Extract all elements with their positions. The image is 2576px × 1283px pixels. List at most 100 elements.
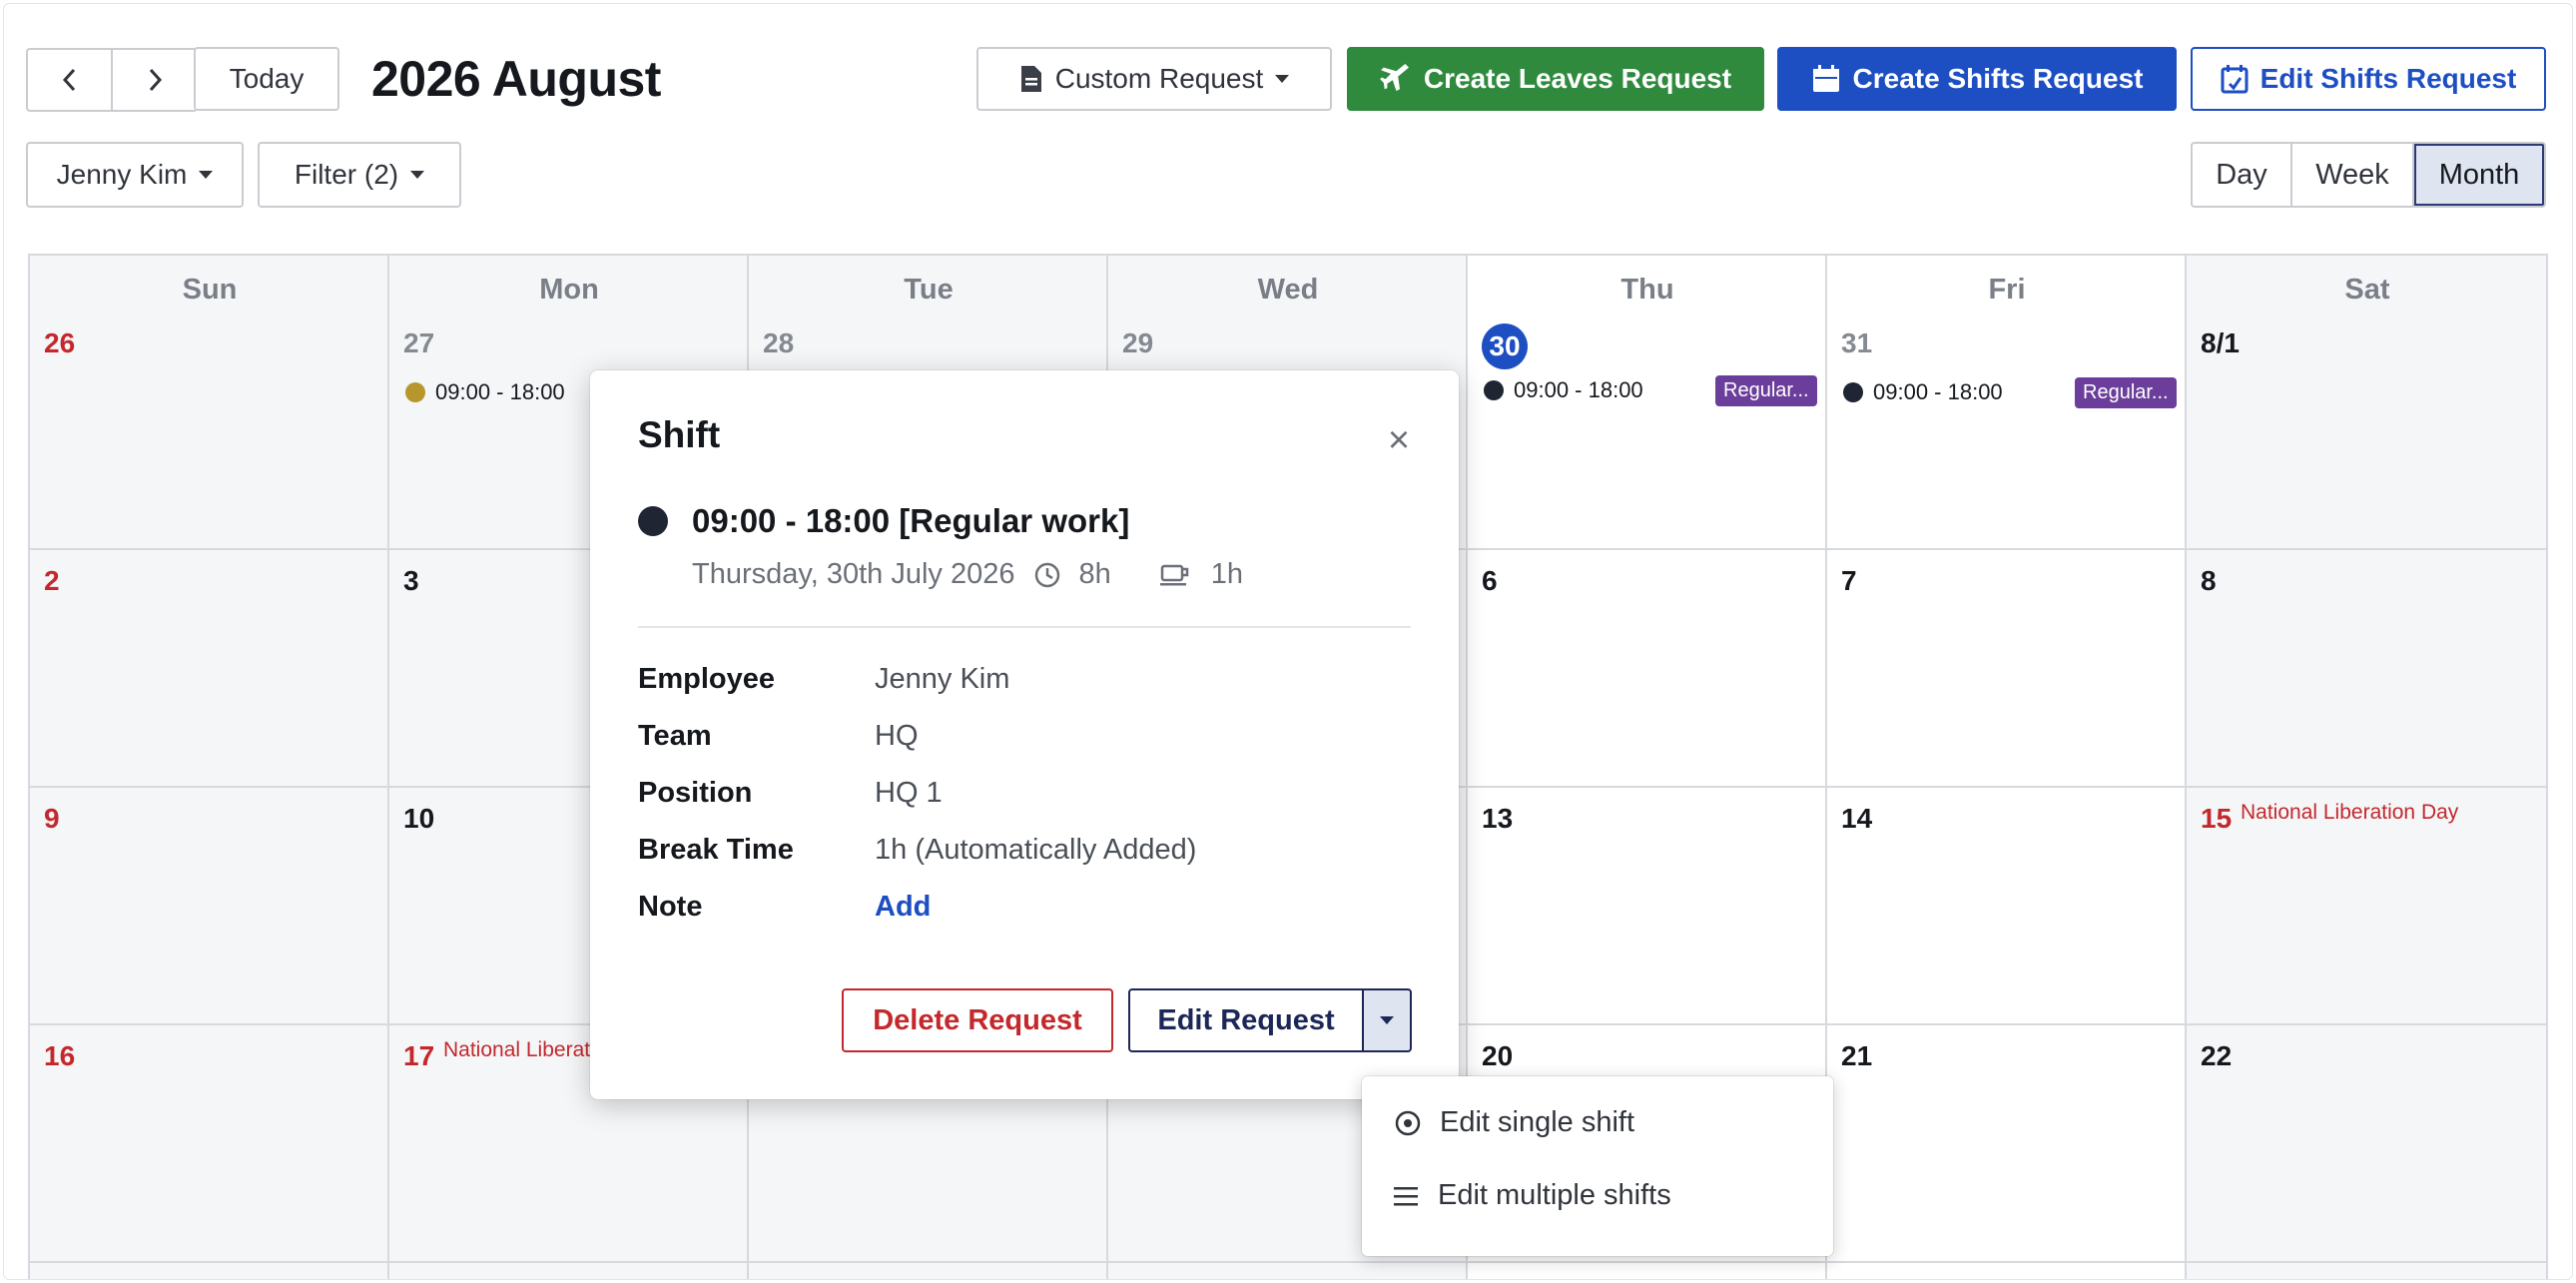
employee-value: Jenny Kim [875, 663, 1010, 695]
weekday-header-tue: Tue [904, 274, 954, 306]
field-label: Team [638, 720, 712, 752]
app-frame: Today 2026 August Custom Request Create … [3, 3, 2573, 1280]
weekday-header-wed: Wed [1257, 274, 1319, 306]
create-shifts-label: Create Shifts Request [1852, 63, 2144, 94]
shift-duration: 8h [1078, 558, 1111, 590]
shift-type-tag[interactable]: Regular... [1715, 375, 1817, 406]
shift-break: 1h [1210, 558, 1244, 590]
caret-down-icon [199, 171, 214, 179]
day-number[interactable]: 7 [1841, 565, 1857, 597]
page-title: 2026 August [371, 51, 661, 107]
prev-month-button[interactable] [28, 50, 111, 110]
filter-dropdown[interactable]: Filter (2) [258, 142, 461, 208]
shift-time: 09:00 - 18:00 [435, 379, 565, 404]
day-number[interactable]: 3 [403, 565, 419, 597]
day-number[interactable]: 16 [44, 1040, 75, 1072]
today-label: Today [229, 63, 305, 94]
caret-down-icon [1275, 75, 1290, 83]
day-number[interactable]: 15 [2201, 803, 2232, 835]
edit-request-button[interactable]: Edit Request [1128, 988, 1364, 1052]
shift-type-tag[interactable]: Regular... [2075, 377, 2177, 408]
field-label: Note [638, 891, 703, 923]
radio-target-icon [1395, 1110, 1421, 1135]
weekday-header-mon: Mon [539, 274, 599, 306]
status-dot [405, 382, 425, 402]
view-month-button[interactable]: Month [2412, 144, 2544, 206]
custom-request-button[interactable]: Custom Request [976, 47, 1332, 111]
next-month-button[interactable] [111, 50, 196, 110]
custom-request-label: Custom Request [1054, 63, 1264, 94]
shift-summary-text: 09:00 - 18:00 [Regular work] [692, 502, 1130, 539]
field-label: Employee [638, 663, 775, 695]
add-note-link[interactable]: Add [875, 891, 931, 924]
day-number[interactable]: 27 [403, 327, 434, 359]
day-number[interactable]: 13 [1482, 803, 1513, 835]
create-shifts-request-button[interactable]: Create Shifts Request [1777, 47, 2177, 111]
shift-date: Thursday, 30th July 2026 [692, 558, 1015, 590]
employee-filter-dropdown[interactable]: Jenny Kim [26, 142, 244, 208]
divider [638, 626, 1411, 628]
day-number[interactable]: 29 [1122, 327, 1153, 359]
day-number[interactable]: 21 [1841, 1040, 1872, 1072]
day-number[interactable]: 8/1 [2201, 327, 2240, 359]
shift-event[interactable]: 09:00 - 18:00 [405, 379, 565, 405]
shift-event[interactable]: 09:00 - 18:00 [1484, 377, 1643, 403]
clock-icon [1034, 562, 1059, 587]
chevron-left-icon [62, 68, 75, 92]
edit-request-menu: Edit single shift Edit multiple shifts [1362, 1076, 1833, 1256]
document-icon [1020, 66, 1041, 92]
grid-line [2185, 256, 2187, 1279]
edit-request-dropdown-toggle[interactable] [1362, 988, 1412, 1052]
close-icon[interactable]: × [1381, 419, 1417, 461]
status-dot [1484, 380, 1504, 400]
shift-event[interactable]: 09:00 - 18:00 [1843, 379, 2003, 405]
date-navigation [26, 48, 198, 112]
day-number[interactable]: 26 [44, 327, 75, 359]
day-number[interactable]: 22 [2201, 1040, 2232, 1072]
edit-shifts-request-button[interactable]: Edit Shifts Request [2191, 47, 2546, 111]
holiday-label: National Liberation Day [2241, 801, 2459, 824]
delete-request-button[interactable]: Delete Request [842, 988, 1113, 1052]
today-button[interactable]: Today [194, 47, 339, 111]
team-value: HQ [875, 720, 919, 752]
menu-item-label: Edit multiple shifts [1438, 1179, 1671, 1211]
filter-label: Filter (2) [294, 159, 399, 190]
calendar-edit-icon [2221, 65, 2249, 94]
sunday-column [30, 256, 389, 1279]
day-number[interactable]: 10 [403, 803, 434, 835]
field-label: Position [638, 777, 753, 809]
saturday-column [2187, 256, 2548, 1279]
day-number[interactable]: 2 [44, 565, 60, 597]
day-number[interactable]: 17 [403, 1040, 434, 1072]
menu-item-label: Edit single shift [1440, 1106, 1635, 1138]
weekday-header-thu: Thu [1620, 274, 1674, 306]
view-day-button[interactable]: Day [2193, 144, 2290, 206]
menu-item-edit-single-shift[interactable]: Edit single shift [1394, 1106, 1634, 1139]
list-icon [1394, 1186, 1418, 1205]
position-value: HQ 1 [875, 777, 943, 809]
create-leaves-request-button[interactable]: Create Leaves Request [1347, 47, 1764, 111]
employee-filter-label: Jenny Kim [56, 159, 188, 190]
shift-time: 09:00 - 18:00 [1873, 379, 2003, 404]
weekday-header-fri: Fri [1988, 274, 2026, 306]
field-label: Break Time [638, 834, 794, 866]
shift-meta: Thursday, 30th July 2026 8h 1h [692, 558, 1243, 591]
day-number[interactable]: 6 [1482, 565, 1498, 597]
coffee-icon [1159, 564, 1189, 585]
view-week-button[interactable]: Week [2290, 144, 2412, 206]
day-number[interactable]: 20 [1482, 1040, 1513, 1072]
day-number[interactable]: 9 [44, 803, 60, 835]
day-number[interactable]: 8 [2201, 565, 2217, 597]
menu-item-edit-multiple-shifts[interactable]: Edit multiple shifts [1392, 1179, 1671, 1212]
day-number[interactable]: 28 [763, 327, 794, 359]
create-leaves-label: Create Leaves Request [1423, 63, 1732, 94]
grid-line [387, 256, 389, 1279]
grid-line [2546, 256, 2548, 1279]
popover-title: Shift [638, 414, 721, 455]
day-number[interactable]: 14 [1841, 803, 1872, 835]
status-dot [638, 506, 668, 536]
caret-down-icon [410, 171, 425, 179]
chevron-right-icon [149, 68, 162, 92]
today-date-badge[interactable]: 30 [1482, 323, 1528, 369]
day-number[interactable]: 31 [1841, 327, 1872, 359]
